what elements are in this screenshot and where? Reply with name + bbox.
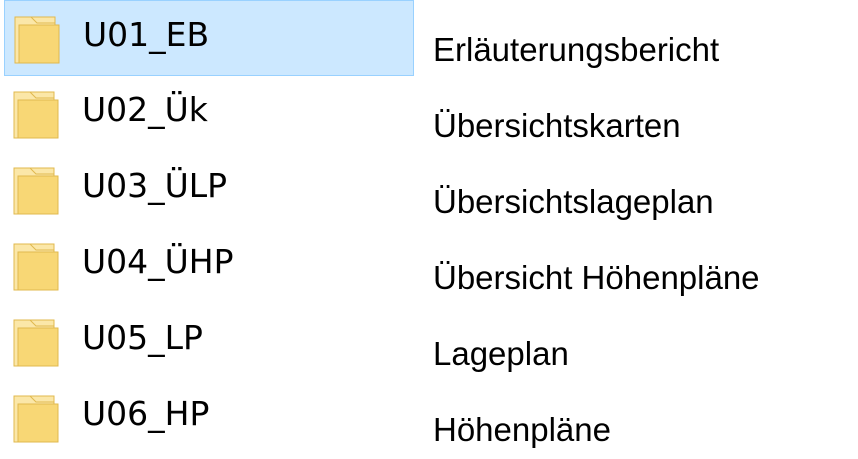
folder-description: Höhenpläne <box>433 411 611 448</box>
folder-description: Lageplan <box>433 335 569 372</box>
folder-item-u01-eb[interactable]: U01_EB <box>4 0 414 76</box>
list-item: U04_ÜHP Übersicht Höhenpläne <box>0 228 858 304</box>
list-item: U05_LP Lageplan <box>0 304 858 380</box>
folder-name: U05_LP <box>82 318 203 357</box>
folder-icon <box>13 91 59 139</box>
folder-item-u06-hp[interactable]: U06_HP <box>4 380 414 456</box>
folder-description: Übersicht Höhenpläne <box>433 259 760 296</box>
folder-item-u03-ulp[interactable]: U03_ÜLP <box>4 152 414 228</box>
folder-name: U03_ÜLP <box>82 166 228 205</box>
folder-icon <box>13 395 59 443</box>
folder-item-u02-uk[interactable]: U02_Ük <box>4 76 414 152</box>
folder-icon <box>14 16 60 64</box>
folder-icon <box>13 167 59 215</box>
folder-icon <box>13 243 59 291</box>
folder-description: Übersichtskarten <box>433 107 681 144</box>
folder-item-u04-uhp[interactable]: U04_ÜHP <box>4 228 414 304</box>
folder-name: U06_HP <box>82 394 210 433</box>
folder-item-u05-lp[interactable]: U05_LP <box>4 304 414 380</box>
folder-name: U01_EB <box>83 15 210 54</box>
list-item: U06_HP Höhenpläne <box>0 380 858 456</box>
folder-name: U04_ÜHP <box>82 242 234 281</box>
list-item: U03_ÜLP Übersichtslageplan <box>0 152 858 228</box>
folder-name: U02_Ük <box>82 90 208 129</box>
folder-description: Erläuterungsbericht <box>433 31 720 68</box>
folder-icon <box>13 319 59 367</box>
folder-list: U01_EB Erläuterungsbericht U02_Ük Übersi… <box>0 0 858 459</box>
list-item: U02_Ük Übersichtskarten <box>0 76 858 152</box>
folder-description: Übersichtslageplan <box>433 183 714 220</box>
list-item: U01_EB Erläuterungsbericht <box>0 0 858 76</box>
